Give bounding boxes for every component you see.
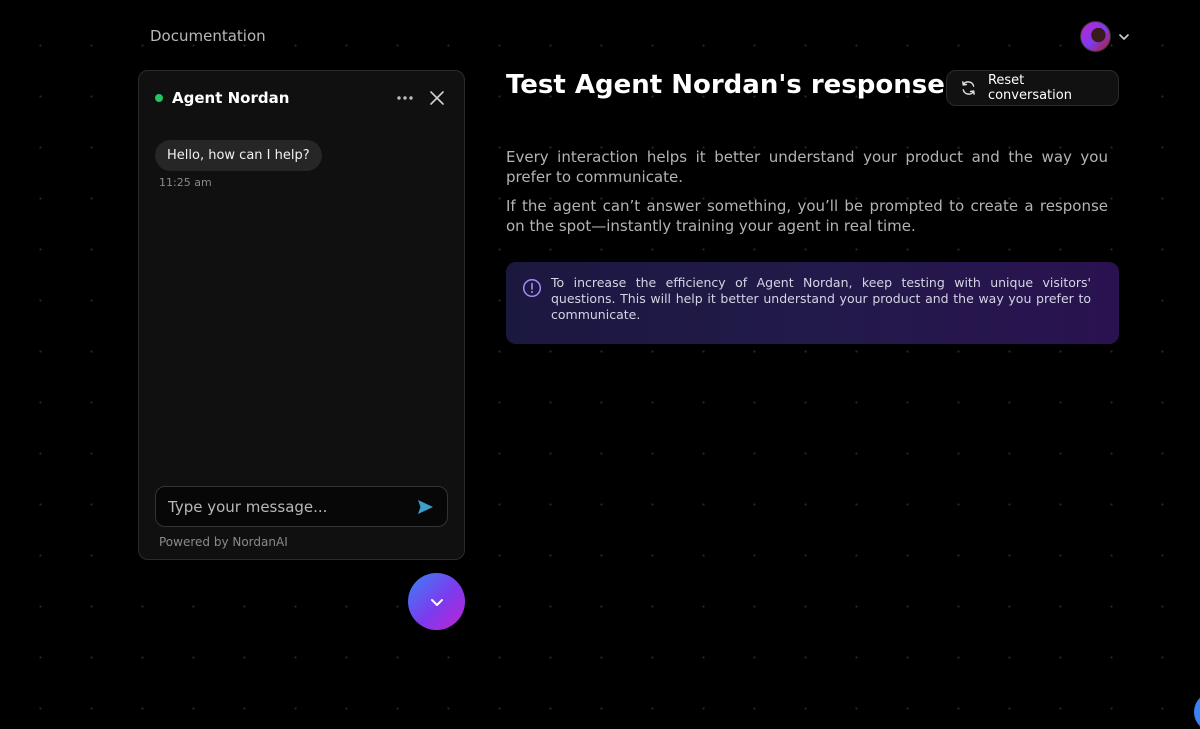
message-composer — [155, 486, 448, 527]
help-launcher-button[interactable] — [1194, 692, 1200, 729]
info-icon — [522, 278, 542, 298]
more-horizontal-icon — [397, 96, 413, 100]
message-timestamp: 11:25 am — [159, 176, 212, 189]
info-callout: To increase the efficiency of Agent Nord… — [506, 262, 1119, 344]
chat-widget: Agent Nordan Hello, how can I help? 11:2… — [138, 70, 465, 560]
training-paragraph: If the agent can’t answer something, you… — [506, 197, 1108, 235]
agent-name: Agent Nordan — [172, 89, 290, 107]
more-options-button[interactable] — [395, 88, 415, 108]
refresh-icon — [962, 81, 975, 95]
collapse-chat-button[interactable] — [408, 573, 465, 630]
send-icon[interactable] — [415, 497, 435, 517]
message-input[interactable] — [168, 497, 415, 516]
reset-conversation-button[interactable]: Reset conversation — [946, 70, 1119, 106]
online-status-dot — [155, 94, 163, 102]
reset-conversation-label: Reset conversation — [987, 73, 1072, 103]
close-chat-button[interactable] — [427, 88, 447, 108]
user-menu[interactable] — [1080, 21, 1131, 52]
intro-paragraph: Every interaction helps it better unders… — [506, 148, 1108, 186]
agent-message-bubble: Hello, how can I help? — [155, 140, 322, 171]
chevron-down-icon[interactable] — [1117, 30, 1131, 44]
powered-by-label: Powered by NordanAI — [159, 535, 288, 549]
info-callout-text: To increase the efficiency of Agent Nord… — [551, 275, 1091, 322]
chat-header: Agent Nordan — [139, 71, 464, 125]
page-title: Test Agent Nordan's responses — [506, 70, 961, 100]
close-icon — [430, 91, 444, 105]
documentation-link[interactable]: Documentation — [150, 27, 266, 45]
avatar[interactable] — [1080, 21, 1111, 52]
chevron-down-icon — [430, 598, 443, 606]
